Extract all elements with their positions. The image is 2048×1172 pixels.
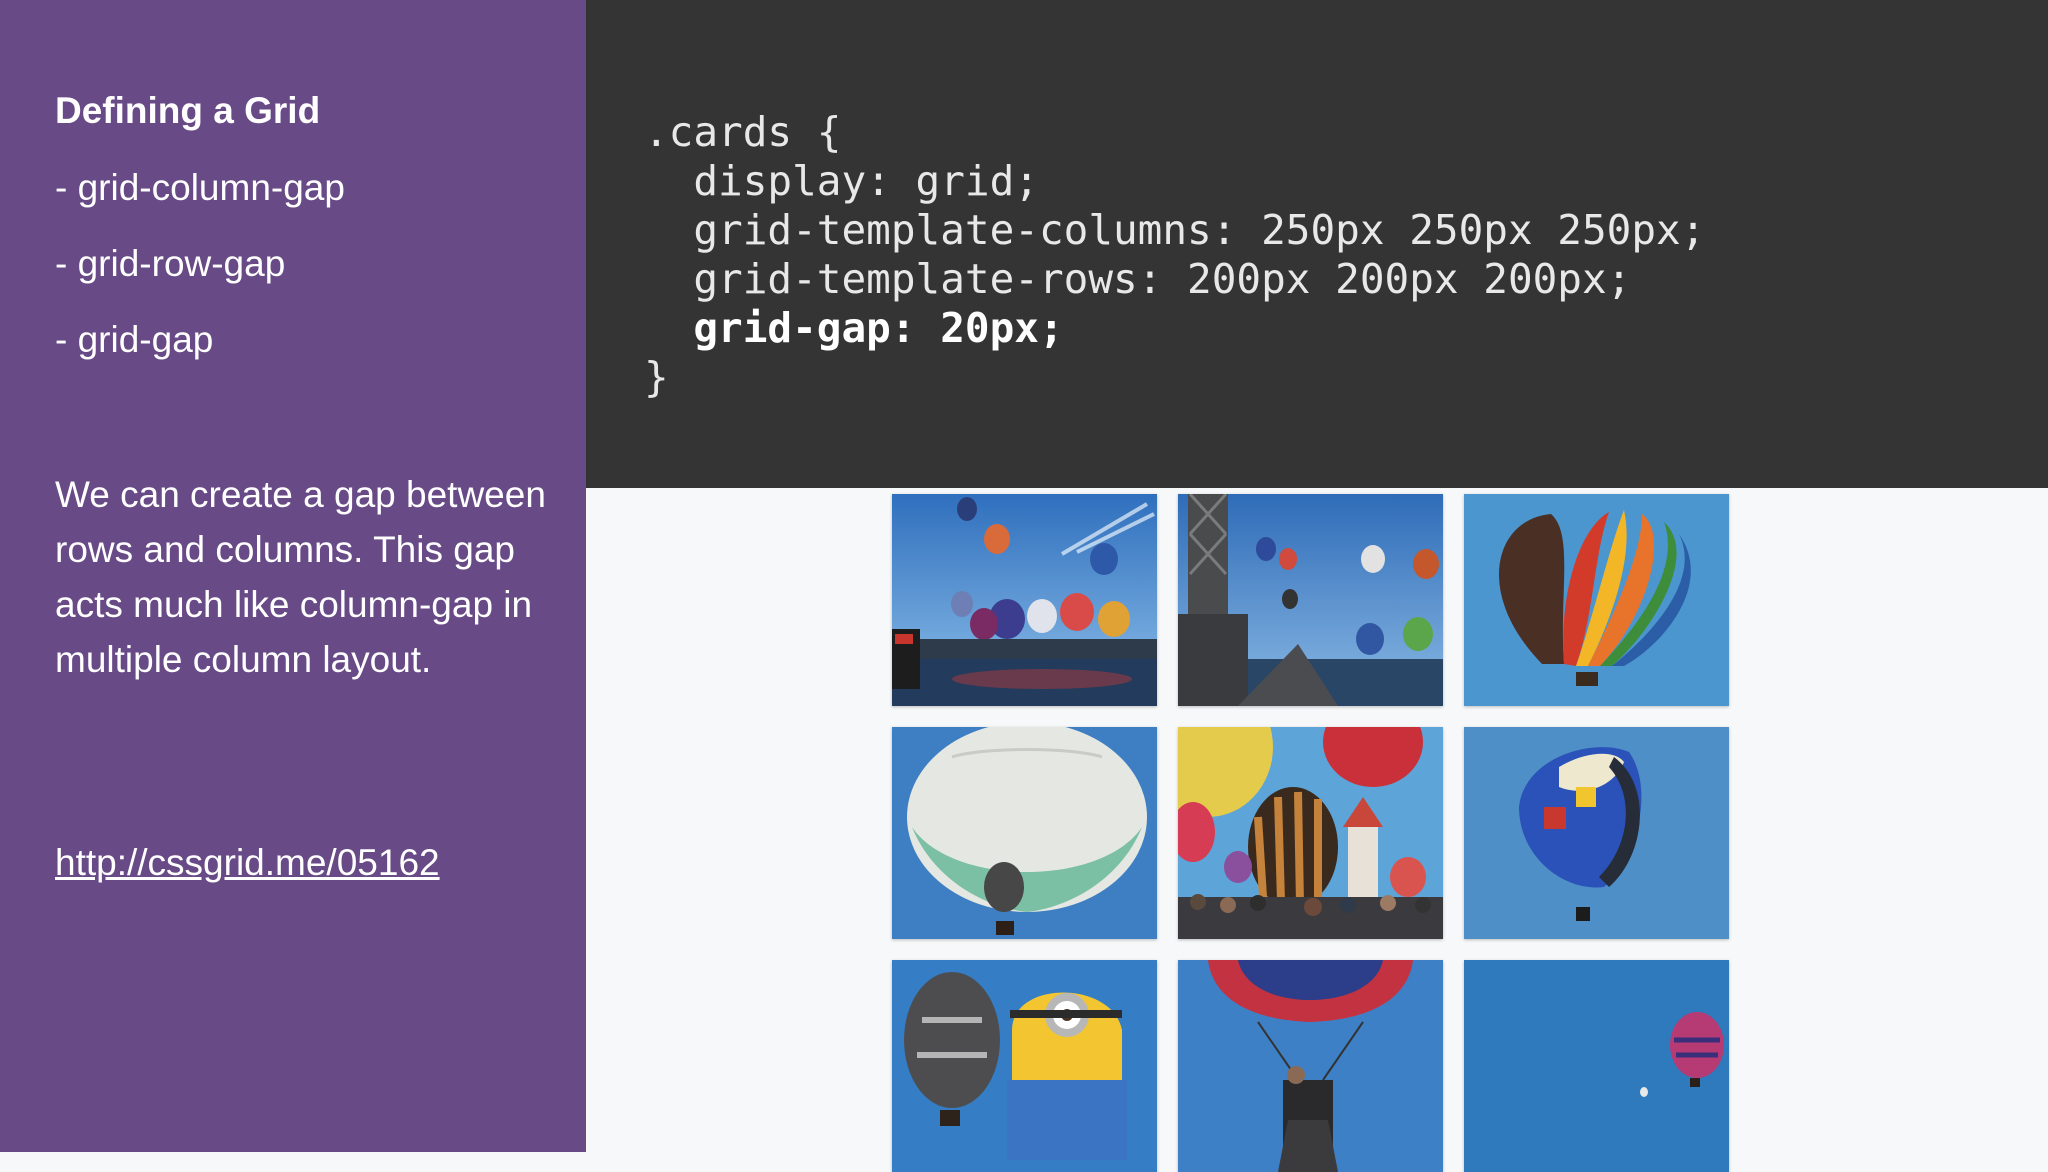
balloon-basket-underside-photo	[1178, 960, 1443, 1172]
balloon-card-grid	[892, 494, 1729, 1172]
code-line: grid-template-rows: 200px 200px 200px;	[644, 255, 1632, 303]
code-line-highlighted: grid-gap: 20px;	[644, 304, 1064, 352]
crane-and-balloons-photo	[1178, 494, 1443, 706]
distant-pink-balloon-photo	[1464, 960, 1729, 1172]
white-balloon-photo	[892, 727, 1157, 939]
code-line: .cards {	[644, 108, 842, 156]
description: We can create a gap between rows and col…	[55, 474, 546, 680]
blue-special-shape-balloon-photo	[1464, 727, 1729, 939]
property-item-grid-row-gap: - grid-row-gap	[55, 243, 286, 284]
crowd-and-balloons-photo	[1178, 727, 1443, 939]
property-item-grid-gap: - grid-gap	[55, 319, 214, 360]
slide-title: Defining a Grid	[55, 90, 321, 131]
code-line: grid-template-columns: 250px 250px 250px…	[644, 206, 1706, 254]
minion-balloon-photo	[892, 960, 1157, 1172]
property-list: - grid-column-gap - grid-row-gap - grid-…	[55, 166, 345, 394]
rainbow-balloon-photo	[1464, 494, 1729, 706]
code-line: display: grid;	[644, 157, 1039, 205]
balloons-over-harbour-photo	[892, 494, 1157, 706]
code-block: .cards { display: grid; grid-template-co…	[644, 108, 1705, 402]
sidebar: Defining a Grid - grid-column-gap - grid…	[0, 0, 586, 1152]
code-panel: .cards { display: grid; grid-template-co…	[586, 0, 2048, 488]
property-item-grid-column-gap: - grid-column-gap	[55, 167, 345, 208]
cssgrid-link[interactable]: http://cssgrid.me/05162	[55, 842, 440, 884]
code-line: }	[644, 353, 669, 401]
